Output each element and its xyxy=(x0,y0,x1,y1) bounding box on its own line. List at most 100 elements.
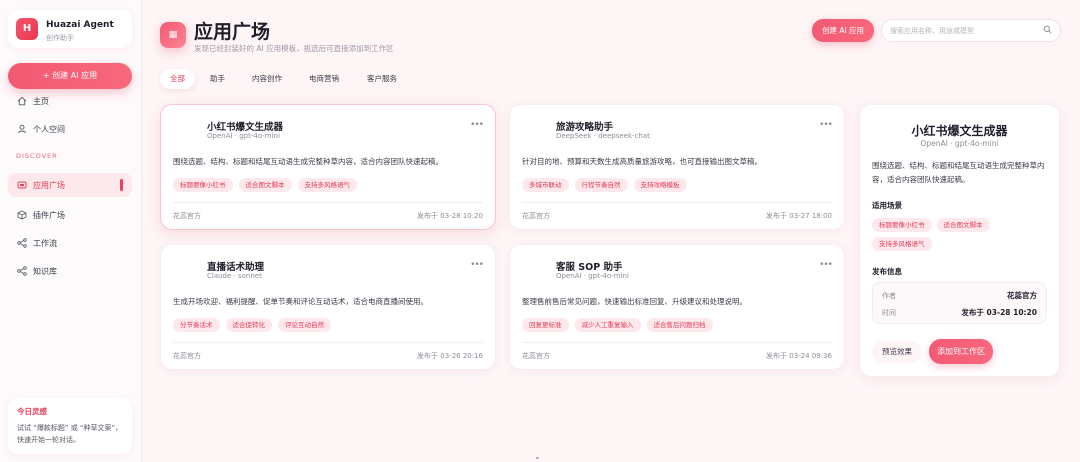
publish-info-box: 作者 花蕊官方 时间 发布于 03-28 10:20 xyxy=(872,282,1047,324)
divider xyxy=(173,202,483,203)
detail-description: 围绕选题、结构、标题和结尾互动语生成完整种草内容，适合内容团队快速起稿。 xyxy=(872,161,1045,184)
card-tags: 分节奏话术 适合促转化 评论互动自然 xyxy=(173,318,331,332)
card-author: 花蕊官方 xyxy=(173,212,201,220)
card-model: DeepSeek · deepseek-chat xyxy=(556,132,650,140)
tag: 评论互动自然 xyxy=(278,318,331,332)
sidebar-item-workflow[interactable]: 工作流 xyxy=(8,231,132,255)
tab-content-creation[interactable]: 内容创作 xyxy=(242,69,292,89)
tab-assistant[interactable]: 助手 xyxy=(200,69,235,89)
card-author: 花蕊官方 xyxy=(173,352,201,360)
publish-info-label: 发布信息 xyxy=(872,267,902,276)
card-date: 发布于 03-26 20:16 xyxy=(417,352,483,360)
divider xyxy=(522,202,832,203)
sidebar-item-plugin-square[interactable]: 插件广场 xyxy=(8,203,132,227)
tag: 支持攻略模板 xyxy=(633,178,687,192)
tag: 适合促转化 xyxy=(225,318,272,332)
card-tags: 回复更标准 减少人工重复输入 适合售后问题归档 xyxy=(522,318,713,332)
tag: 适合图文脚本 xyxy=(238,178,292,192)
page-title: 应用广场 xyxy=(194,21,271,43)
search-icon[interactable] xyxy=(1043,25,1052,36)
card-model: OpenAI · gpt-4o-mini xyxy=(556,272,629,280)
tag: 适合图文脚本 xyxy=(936,218,990,232)
tag: 标题要像小红书 xyxy=(173,178,233,192)
tag: 标题要像小红书 xyxy=(872,218,932,232)
search-input[interactable] xyxy=(890,25,1040,37)
detail-model: OpenAI · gpt-4o-mini xyxy=(920,139,999,148)
more-icon[interactable]: ••• xyxy=(819,260,833,270)
add-to-workspace-button[interactable]: 添加到工作区 xyxy=(929,339,993,364)
time-key: 时间 xyxy=(882,309,896,317)
app-card[interactable]: 旅游攻略助手 DeepSeek · deepseek-chat ••• 针对目的… xyxy=(509,104,845,230)
card-tags: 标题要像小红书 适合图文脚本 支持多风格语气 xyxy=(173,178,357,192)
tag: 支持多风格语气 xyxy=(297,178,357,192)
card-author: 花蕊官方 xyxy=(522,212,550,220)
card-title: 旅游攻略助手 xyxy=(556,122,614,133)
brand-name: Huazai Agent xyxy=(46,20,114,30)
knowledge-icon xyxy=(17,266,27,276)
app-square-header-icon: ▦ xyxy=(160,22,186,48)
search-box xyxy=(881,19,1061,42)
card-tags: 多城市联动 行程节奏自然 支持攻略模板 xyxy=(522,178,687,192)
author-value: 花蕊官方 xyxy=(1007,291,1037,300)
user-icon xyxy=(17,124,27,134)
brand-logo: H xyxy=(16,18,38,40)
tag: 回复更标准 xyxy=(522,318,569,332)
app-card[interactable]: 客服 SOP 助手 OpenAI · gpt-4o-mini ••• 整理售前售… xyxy=(509,244,845,370)
tag: 分节奏话术 xyxy=(173,318,220,332)
scenario-label: 适用场景 xyxy=(872,201,902,210)
divider xyxy=(173,342,483,343)
card-date: 发布于 03-24 09:36 xyxy=(766,352,832,360)
chevron-down-icon[interactable]: ⌄ xyxy=(534,452,541,461)
tab-all[interactable]: 全部 xyxy=(160,69,195,89)
card-title: 小红书爆文生成器 xyxy=(207,122,284,133)
sidebar-item-label: 应用广场 xyxy=(33,180,65,190)
sidebar-item-personal-space[interactable]: 个人空间 xyxy=(8,117,132,141)
tip-title: 今日灵感 xyxy=(17,407,47,416)
home-icon xyxy=(17,96,27,106)
card-description: 针对目的地、预算和天数生成高质量旅游攻略，也可直接输出图文草稿。 xyxy=(522,157,762,166)
sidebar-item-label: 个人空间 xyxy=(33,124,65,134)
card-description: 整理售前售后常见问题，快速输出标准回复、升级建议和处理说明。 xyxy=(522,297,747,306)
cube-icon xyxy=(17,210,27,220)
detail-tags: 标题要像小红书 适合图文脚本 支持多风格语气 xyxy=(872,218,1052,251)
sidebar-item-label: 主页 xyxy=(33,96,49,106)
card-description: 围绕选题、结构、标题和结尾互动语生成完整种草内容，适合内容团队快速起稿。 xyxy=(173,157,443,166)
workflow-icon xyxy=(17,238,27,248)
card-author: 花蕊官方 xyxy=(522,352,550,360)
card-title: 客服 SOP 助手 xyxy=(556,262,623,273)
tag: 行程节奏自然 xyxy=(574,178,628,192)
more-icon[interactable]: ••• xyxy=(819,120,833,130)
sidebar-item-app-square[interactable]: 应用广场 xyxy=(8,173,132,197)
more-icon[interactable]: ••• xyxy=(470,120,484,130)
sidebar-item-label: 知识库 xyxy=(33,266,57,276)
sidebar: H Huazai Agent 创作助手 + 创建 AI 应用 主页 个人空间 D… xyxy=(0,0,142,462)
card-model: Claude · sonnet xyxy=(207,272,262,280)
tag: 支持多风格语气 xyxy=(872,237,932,251)
brand-block[interactable]: H Huazai Agent 创作助手 xyxy=(8,10,132,48)
app-card[interactable]: 直播话术助理 Claude · sonnet ••• 生成开场欢迎、福利提醒、促… xyxy=(160,244,496,370)
preview-button[interactable]: 预览效果 xyxy=(872,341,922,363)
time-value: 发布于 03-28 10:20 xyxy=(961,308,1037,317)
tag: 减少人工重复输入 xyxy=(574,318,641,332)
sidebar-item-home[interactable]: 主页 xyxy=(8,89,132,113)
tab-customer-service[interactable]: 客户服务 xyxy=(357,69,407,89)
header-create-ai-app-button[interactable]: 创建 AI 应用 xyxy=(812,19,874,42)
brand-subtitle: 创作助手 xyxy=(46,34,74,42)
card-model: OpenAI · gpt-4o-mini xyxy=(207,132,280,140)
sidebar-item-label: 工作流 xyxy=(33,238,57,248)
detail-title: 小红书爆文生成器 xyxy=(911,124,1008,138)
card-date: 发布于 03-28 10:20 xyxy=(417,212,483,220)
sidebar-item-knowledge-base[interactable]: 知识库 xyxy=(8,259,132,283)
author-key: 作者 xyxy=(882,292,896,300)
tag: 多城市联动 xyxy=(522,178,569,192)
more-icon[interactable]: ••• xyxy=(470,260,484,270)
create-ai-app-button[interactable]: + 创建 AI 应用 xyxy=(8,63,132,89)
app-detail-panel: 小红书爆文生成器 OpenAI · gpt-4o-mini 围绕选题、结构、标题… xyxy=(859,104,1060,377)
app-card[interactable]: 小红书爆文生成器 OpenAI · gpt-4o-mini ••• 围绕选题、结… xyxy=(160,104,496,230)
tip-text: 试试 “爆款标题” 或 “种草文案”，快速开始一轮对话。 xyxy=(17,424,123,444)
tab-ecommerce-marketing[interactable]: 电商营销 xyxy=(299,69,349,89)
app-square-icon xyxy=(17,180,27,190)
card-title: 直播话术助理 xyxy=(207,262,265,273)
card-date: 发布于 03-27 18:00 xyxy=(766,212,832,220)
tag: 适合售后问题归档 xyxy=(646,318,713,332)
